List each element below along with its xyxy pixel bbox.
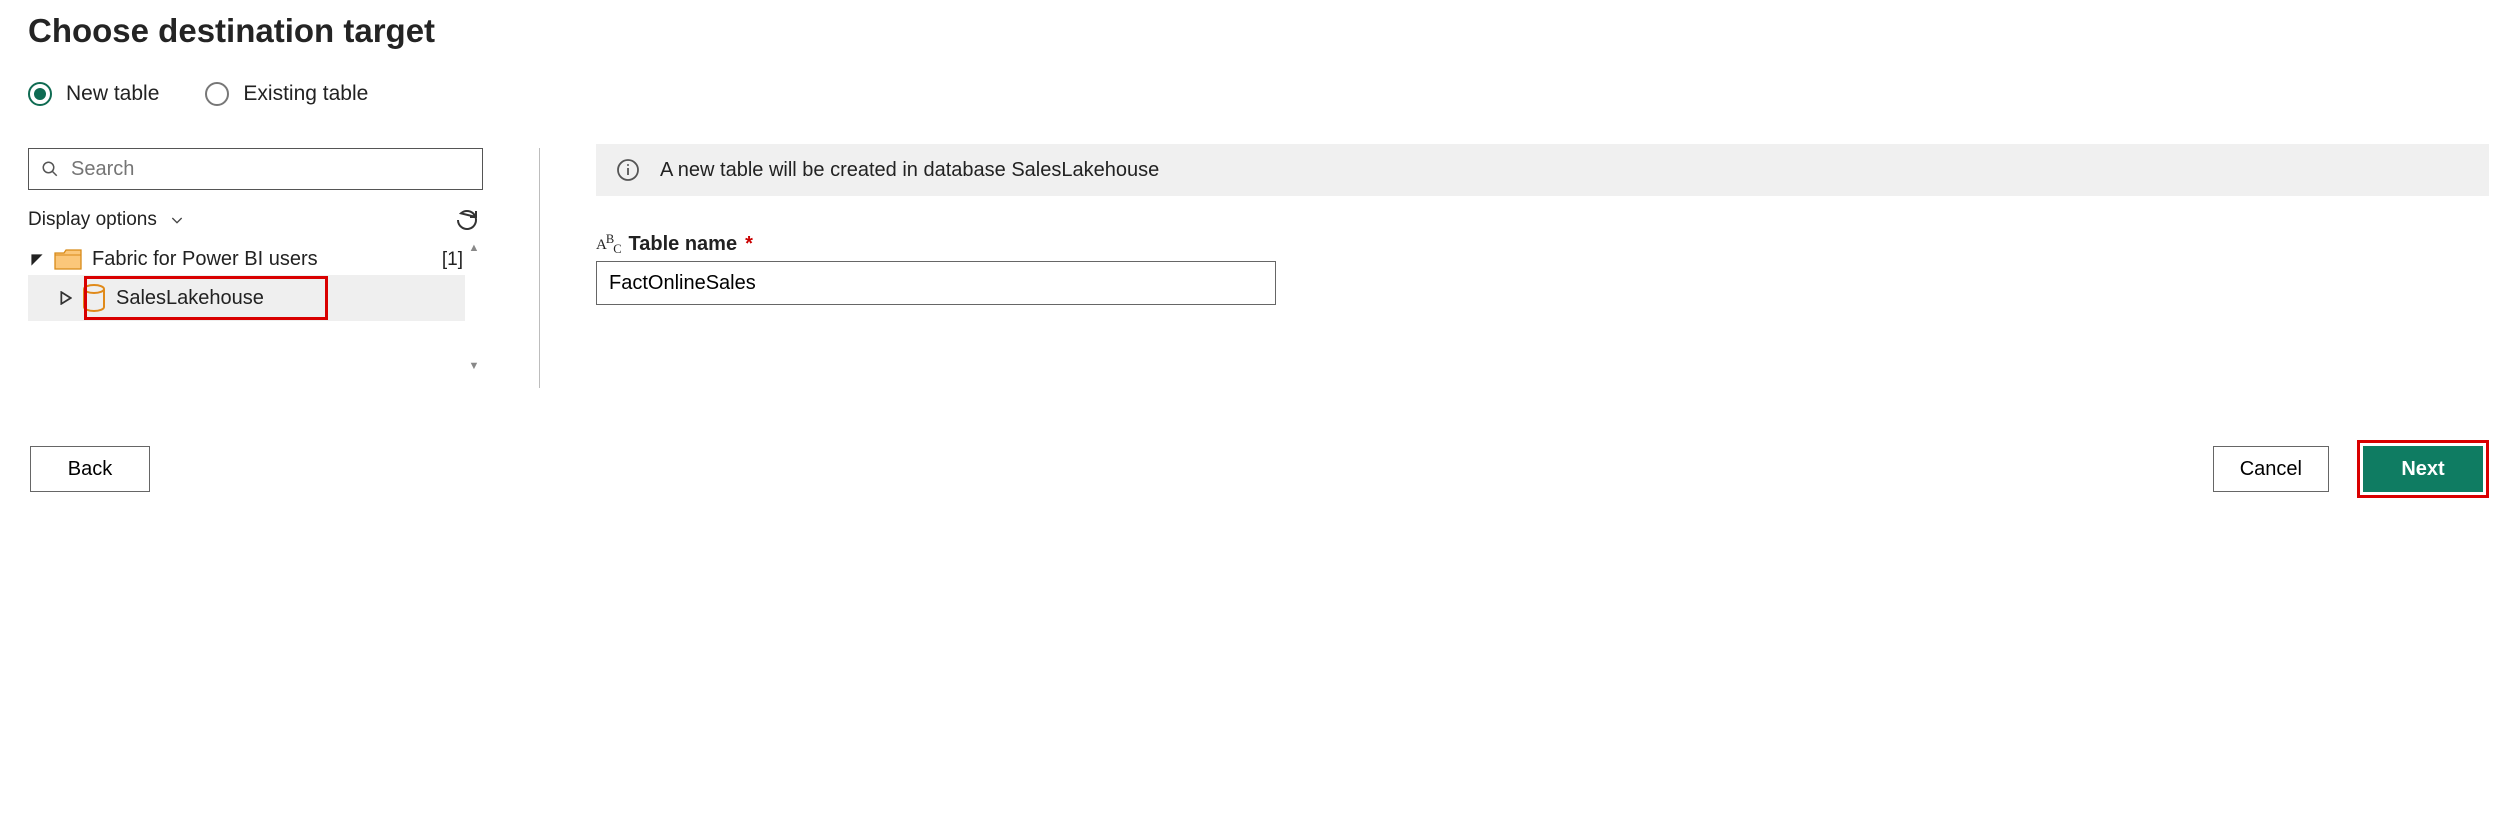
collapsed-triangle-icon <box>60 291 72 305</box>
workspace-tree-row[interactable]: Fabric for Power BI users [1] <box>28 244 465 275</box>
search-input-wrapper[interactable] <box>28 148 483 190</box>
display-options-dropdown[interactable]: Display options <box>28 209 185 231</box>
table-name-label: ABC Table name * <box>596 232 2489 257</box>
back-button[interactable]: Back <box>30 446 150 492</box>
search-icon <box>41 160 59 178</box>
existing-table-radio[interactable]: Existing table <box>205 82 368 106</box>
database-tree-row[interactable]: SalesLakehouse <box>28 275 465 321</box>
next-button[interactable]: Next <box>2363 446 2483 492</box>
dialog-footer: Back Cancel Next <box>28 440 2489 498</box>
required-mark: * <box>745 233 753 256</box>
table-name-input[interactable] <box>596 261 1276 305</box>
database-icon <box>82 284 106 312</box>
refresh-button[interactable] <box>451 204 483 236</box>
new-table-label: New table <box>66 82 159 106</box>
database-name: SalesLakehouse <box>116 287 264 310</box>
table-mode-radio-group: New table Existing table <box>28 82 2489 106</box>
chevron-down-icon <box>169 212 185 228</box>
info-message: A new table will be created in database … <box>660 159 1159 182</box>
scroll-up-icon[interactable]: ▲ <box>469 242 480 254</box>
search-input[interactable] <box>69 157 470 182</box>
folder-icon <box>54 249 82 271</box>
scroll-down-icon[interactable]: ▼ <box>469 360 480 372</box>
existing-table-label: Existing table <box>243 82 368 106</box>
display-options-label: Display options <box>28 209 157 231</box>
info-icon <box>616 158 640 182</box>
new-table-radio[interactable]: New table <box>28 82 159 106</box>
info-banner: A new table will be created in database … <box>596 144 2489 196</box>
workspace-item-count: [1] <box>442 249 463 271</box>
vertical-divider <box>539 148 540 388</box>
cancel-button[interactable]: Cancel <box>2213 446 2329 492</box>
text-type-icon: ABC <box>596 232 621 257</box>
next-button-highlight: Next <box>2357 440 2489 498</box>
tree-scrollbar[interactable]: ▲ ▼ <box>465 242 483 372</box>
workspace-name: Fabric for Power BI users <box>92 248 432 271</box>
expanded-triangle-icon <box>30 253 44 267</box>
page-title: Choose destination target <box>28 12 2489 50</box>
